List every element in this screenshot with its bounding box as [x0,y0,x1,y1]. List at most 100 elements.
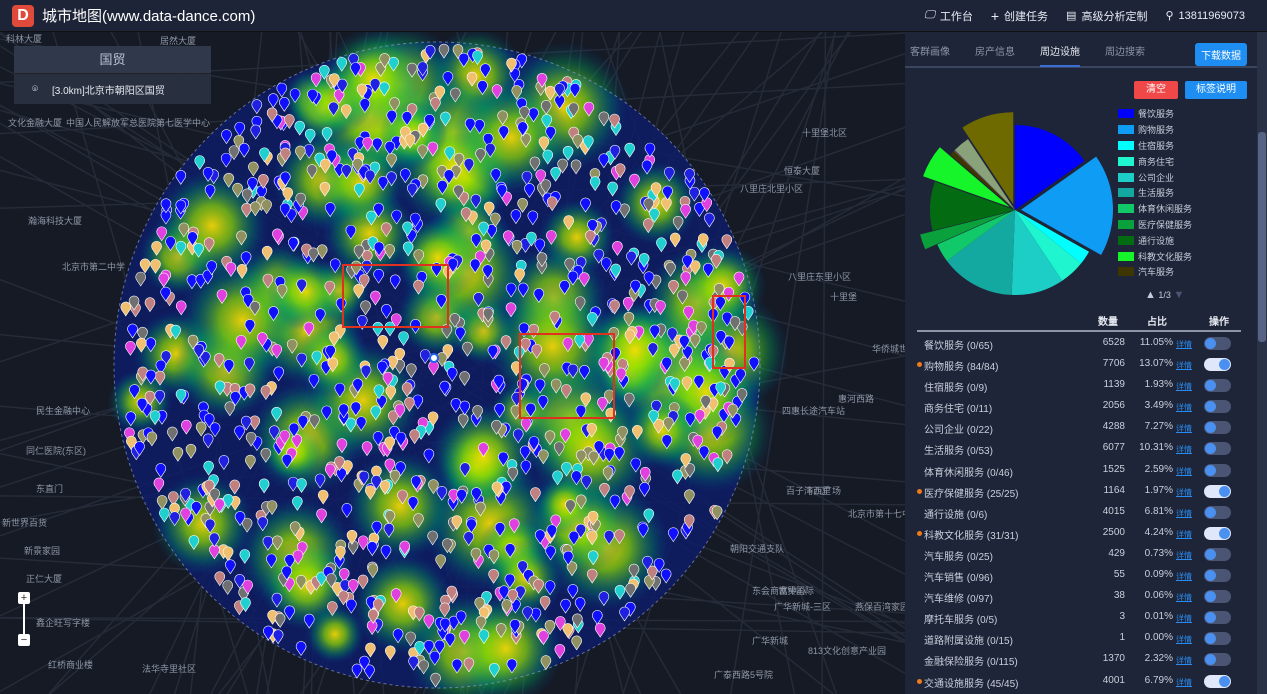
legend-item[interactable]: 医疗保健服务 [1118,217,1192,233]
legend-item[interactable]: 购物服务 [1118,122,1192,138]
top-nav: 🖵 工作台 + 创建任务 ▤ 高级分析定制 ⚲ 13811969073 [924,8,1245,24]
map-label: 东直门 [36,484,64,494]
row-ratio: 6.79% [1144,674,1173,686]
table-row: 科教文化服务 (31/31) 2500 4.24% 详情 [917,523,1241,544]
detail-link[interactable]: 详情 [1176,571,1192,582]
map-label: 北京市第十七中学 [848,509,905,519]
layer-toggle[interactable] [1204,421,1231,435]
legend-item[interactable]: 通行设施 [1118,232,1192,248]
legend-label: 汽车服务 [1138,267,1175,278]
row-count: 6528 [1102,337,1125,348]
layer-toggle[interactable] [1204,505,1231,519]
row-count: 3 [1119,611,1125,623]
row-count: 1 [1119,632,1125,644]
table-row: 医疗保健服务 (25/25) 1164 1.97% 详情 [917,481,1241,502]
row-name: 餐饮服务 (0/65) [924,341,993,352]
detail-link[interactable]: 详情 [1176,444,1192,455]
map-label: 中国人民解放军总医院第七医学中心 [66,118,211,128]
row-count: 55 [1113,569,1125,581]
nav-create-task[interactable]: + 创建任务 [991,8,1048,24]
layer-toggle[interactable] [1204,569,1231,583]
detail-link[interactable]: 详情 [1176,529,1192,540]
scrollbar[interactable] [1257,32,1267,694]
detail-link[interactable]: 详情 [1176,508,1192,519]
detail-link[interactable]: 详情 [1176,466,1192,477]
map-label: 四惠长途汽车站 [782,406,846,416]
legend-label: 购物服务 [1138,125,1175,136]
map-canvas[interactable]: 科林大厦 居然大厦 文化金融大厦 中国人民解放军总医院第七医学中心 瀚海科技大厦 北京市第… [0,32,905,694]
table-row: 道路附属设施 (0/15) 1 0.00% 详情 [917,628,1241,649]
legend-item[interactable]: 生活服务 [1118,185,1192,201]
layer-toggle[interactable] [1204,526,1231,540]
layer-toggle[interactable] [1204,463,1231,477]
detail-link[interactable]: 详情 [1176,423,1192,434]
table-row: 交通设施服务 (45/45) 4001 6.79% 详情 [917,671,1241,692]
map-label: 燕保百湾家园 [855,602,905,612]
detail-link[interactable]: 详情 [1176,634,1192,645]
nav-advanced-analysis[interactable]: ▤ 高级分析定制 [1066,8,1147,24]
row-ratio: 10.31% [1139,442,1173,454]
download-data-button[interactable]: 下载数据 [1195,43,1247,66]
layer-toggle[interactable] [1204,442,1231,456]
row-ratio: 0.06% [1144,590,1173,602]
legend-label: 医疗保健服务 [1138,219,1193,230]
prev-page-icon[interactable]: ▲ [1145,289,1156,301]
pie-chart [920,112,1113,295]
detail-link[interactable]: 详情 [1176,677,1192,688]
tab-property-info[interactable]: 房产信息 [975,39,1015,67]
detail-link[interactable]: 详情 [1176,339,1192,350]
detail-link[interactable]: 详情 [1176,550,1192,561]
map-label: 八里庄北里小区 [740,184,804,194]
table-row: 商务住宅 (0/11) 2056 3.49% 详情 [917,396,1241,417]
legend-item[interactable]: 汽车服务 [1118,264,1192,280]
legend-item[interactable]: 体育休闲服务 [1118,201,1192,217]
clear-button[interactable]: 清空 [1134,81,1178,99]
layer-toggle[interactable] [1204,400,1231,414]
nav-workbench[interactable]: 🖵 工作台 [924,8,973,24]
row-count: 6077 [1102,442,1125,454]
zoom-in-button[interactable]: + [18,592,30,604]
tab-nearby-search[interactable]: 周边搜索 [1105,39,1145,67]
detail-link[interactable]: 详情 [1176,613,1192,624]
zoom-out-button[interactable]: − [18,634,30,646]
tab-customer-profile[interactable]: 客群画像 [910,39,950,67]
tab-nearby-facilities[interactable]: 周边设施 [1040,39,1080,67]
layer-toggle[interactable] [1204,611,1231,625]
map-label: 广华新城-三区 [774,602,831,612]
location-pin-icon: ⌾ [32,83,38,95]
layer-toggle[interactable] [1204,674,1231,688]
table-row: 住宿服务 (0/9) 1139 1.93% 详情 [917,375,1241,396]
legend-pager: ▲ 1/3 ▼ [1145,289,1184,301]
next-page-icon[interactable]: ▼ [1173,289,1184,301]
legend-item[interactable]: 商务住宅 [1118,153,1192,169]
layer-toggle[interactable] [1204,653,1231,667]
layer-toggle[interactable] [1204,337,1231,350]
layer-toggle[interactable] [1204,484,1231,498]
side-panel: 客群画像 房产信息 周边设施 周边搜索 下载数据 清空 标签说明 餐饮服务购物服… [905,32,1257,694]
scrollbar-thumb[interactable] [1258,132,1266,342]
legend-item[interactable]: 餐饮服务 [1118,106,1192,122]
calendar-icon: ▤ [1066,10,1077,22]
detail-link[interactable]: 详情 [1176,592,1192,603]
layer-toggle[interactable] [1204,632,1231,646]
facility-table: 餐饮服务 (0/65) 6528 11.05% 详情 购物服务 (84/84) 7706 1… [917,333,1241,692]
legend-swatch [1118,156,1134,166]
detail-link[interactable]: 详情 [1176,655,1192,666]
search-result-item[interactable]: ⌾ [3.0km]北京市朝阳区国贸 [14,74,211,104]
legend-item[interactable]: 公司企业 [1118,169,1192,185]
layer-toggle[interactable] [1204,590,1231,604]
layer-toggle[interactable] [1204,379,1231,393]
layer-toggle[interactable] [1204,358,1231,372]
detail-link[interactable]: 详情 [1176,487,1192,498]
detail-link[interactable]: 详情 [1176,360,1192,371]
zoom-slider[interactable] [23,604,25,634]
search-result-box: 国贸 ⌾ [3.0km]北京市朝阳区国贸 [14,46,211,104]
map-label: 同仁医院(东区) [26,446,86,456]
legend-item[interactable]: 科教文化服务 [1118,248,1192,264]
nav-user[interactable]: ⚲ 13811969073 [1165,8,1245,24]
layer-toggle[interactable] [1204,547,1231,561]
detail-link[interactable]: 详情 [1176,381,1192,392]
legend-info-button[interactable]: 标签说明 [1185,81,1247,99]
detail-link[interactable]: 详情 [1176,402,1192,413]
legend-item[interactable]: 住宿服务 [1118,138,1192,154]
